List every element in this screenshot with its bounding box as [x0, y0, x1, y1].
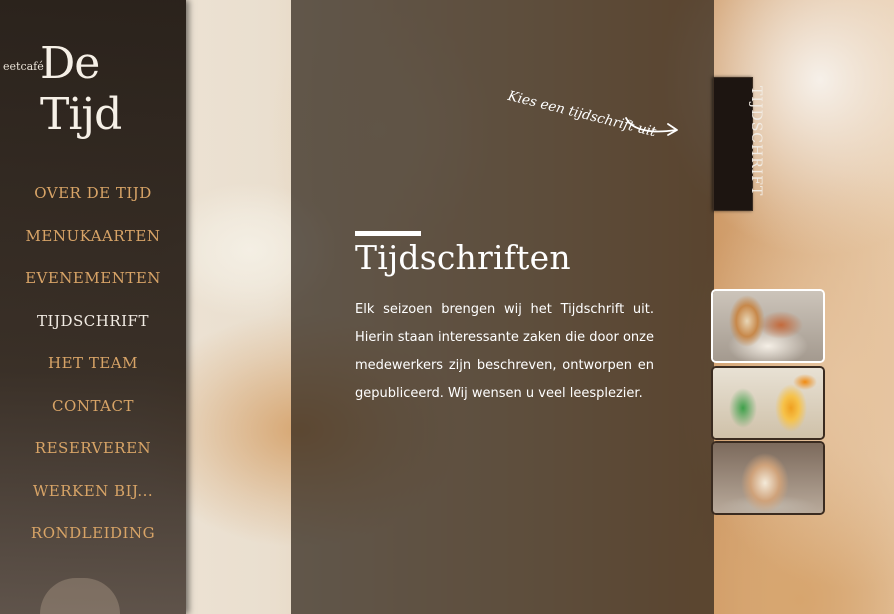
nav-item-rondleiding[interactable]: RONDLEIDING [0, 520, 186, 563]
magazine-thumbnail-1[interactable] [711, 289, 825, 363]
content-panel: Tijdschriften Elk seizoen brengen wij he… [291, 0, 714, 614]
nav-item-tijdschrift[interactable]: TIJDSCHRIFT [0, 308, 186, 351]
magazine-thumbnail-3[interactable] [711, 441, 825, 515]
logo-prefix: eetcafé [3, 60, 44, 73]
arrow-right-icon [625, 117, 678, 136]
nav-item-het-team[interactable]: HET TEAM [0, 350, 186, 393]
nav-item-menukaarten[interactable]: MENUKAARTEN [0, 223, 186, 266]
page-title: Tijdschriften [355, 238, 571, 277]
thumbnail-image-coffee [713, 443, 823, 513]
tijdschrift-tab[interactable]: TIJDSCHRIFT [713, 77, 764, 211]
thumbnail-image-dessert [713, 291, 823, 361]
thumbnail-image-drinks [713, 368, 823, 438]
main-nav: OVER DE TIJD MENUKAARTEN EVENEMENTEN TIJ… [0, 180, 186, 563]
intro-text: Elk seizoen brengen wij het Tijdschrift … [355, 302, 654, 401]
nav-item-contact[interactable]: CONTACT [0, 393, 186, 436]
nav-item-evenementen[interactable]: EVENEMENTEN [0, 265, 186, 308]
logo-name: De Tijd [40, 38, 122, 140]
logo[interactable]: eetcafé De Tijd [0, 38, 186, 140]
nav-item-reserveren[interactable]: RESERVEREN [0, 435, 186, 478]
sidebar: eetcafé De Tijd OVER DE TIJD MENUKAARTEN… [0, 0, 186, 614]
tijdschrift-tab-label: TIJDSCHRIFT [748, 86, 764, 197]
sidebar-decoration [40, 578, 120, 614]
nav-item-over-de-tijd[interactable]: OVER DE TIJD [0, 180, 186, 223]
magazine-thumbnail-2[interactable] [711, 366, 825, 440]
nav-item-werken-bij[interactable]: WERKEN BIJ... [0, 478, 186, 521]
title-rule [355, 231, 421, 236]
